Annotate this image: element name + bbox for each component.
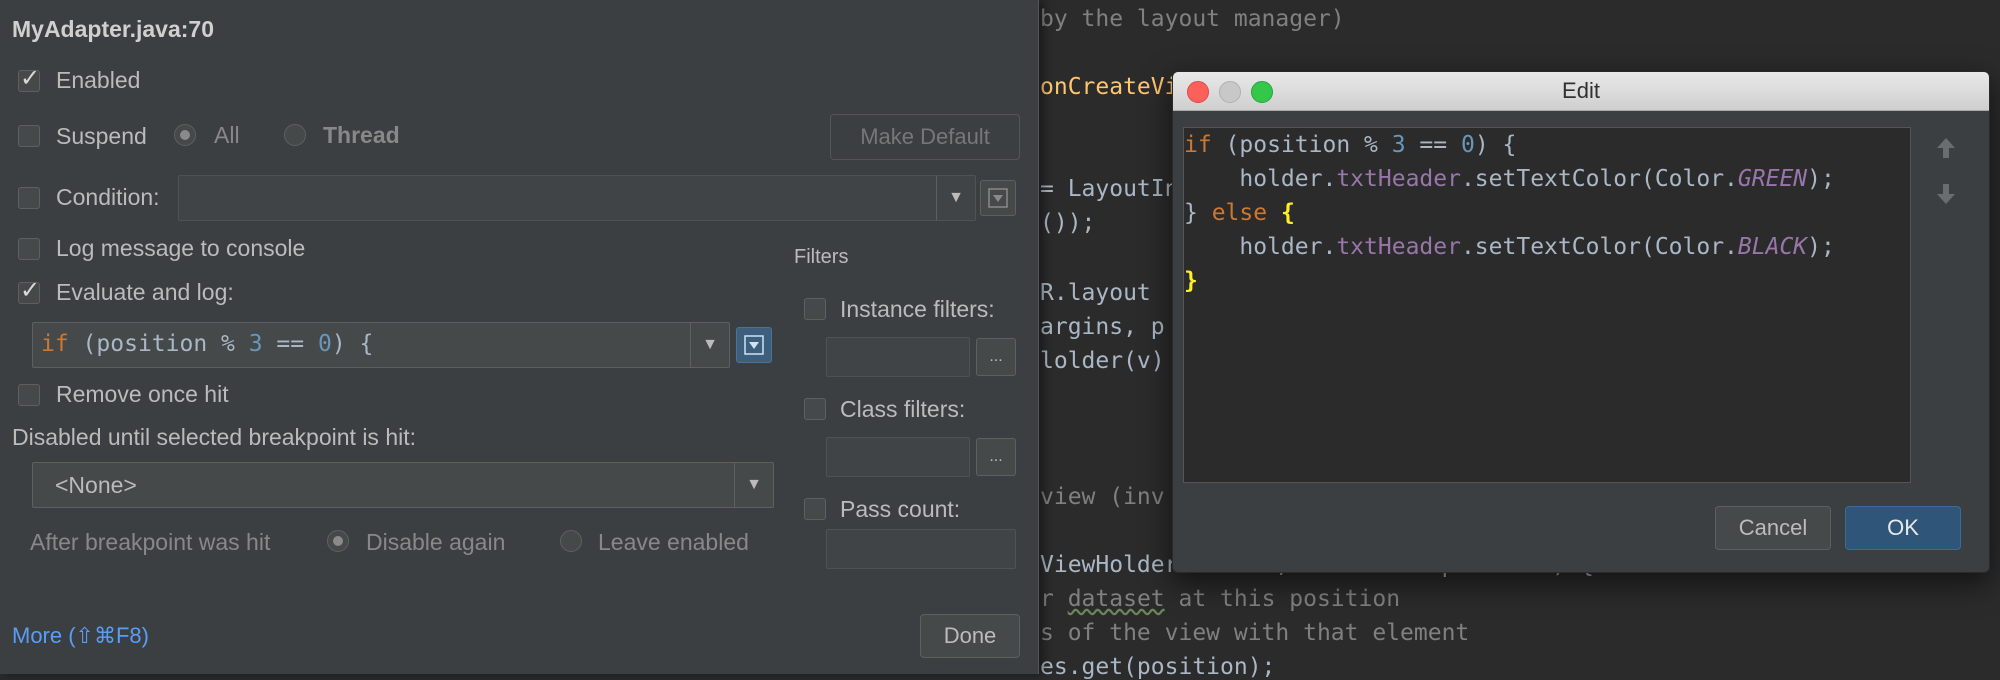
condition-label: Condition: [56,184,160,210]
code-line: es.get(position); [1040,654,1276,680]
dialog-title: Edit [1562,78,1600,103]
leave-enabled-radio[interactable] [560,530,582,552]
code-text: at this position [1164,586,1401,612]
ellipsis-icon[interactable]: ... [976,438,1016,476]
expression-editor[interactable]: if (position % 3 == 0) { holder.txtHeade… [1183,127,1911,483]
evaluate-log-label: Evaluate and log: [56,279,234,305]
code-line: onCreateVi [1040,74,1179,100]
cancel-button[interactable]: Cancel [1715,506,1831,550]
class-filters-checkbox[interactable] [804,398,826,420]
ellipsis-icon[interactable]: ... [976,338,1016,376]
expand-editor-icon[interactable] [736,327,772,363]
suspend-checkbox[interactable] [18,125,40,147]
pass-count-field[interactable] [826,529,1016,569]
suspend-all-radio[interactable] [174,124,196,146]
check-icon: ✓ [20,64,41,92]
code-line: R.layout [1040,280,1151,306]
breakpoint-title: MyAdapter.java:70 [12,16,214,42]
expression-text: if (position % 3 == 0) { [41,331,374,357]
arrow-up-icon[interactable] [1935,136,1957,166]
code-line: ()); [1040,210,1110,236]
code-line: holder.txtHeader.setTextColor(Color.BLAC… [1184,234,1835,260]
disabled-until-label: Disabled until selected breakpoint is hi… [12,424,417,450]
code-line: lolder(v) [1040,348,1165,374]
code-line: argins, p [1040,314,1165,340]
arrow-down-icon[interactable] [1935,182,1957,212]
more-link[interactable]: More (⇧⌘F8) [12,623,149,649]
code-line: s of the view with that element [1040,620,1470,646]
suspend-thread-label: Thread [323,122,400,148]
radio-dot-icon [180,130,190,140]
make-default-button[interactable]: Make Default [830,114,1020,160]
code-line: holder.txtHeader.setTextColor(Color.GREE… [1184,166,1835,192]
evaluate-log-checkbox[interactable]: ✓ [18,278,40,304]
edit-expression-dialog: Edit if (position % 3 == 0) { holder.txt… [1172,71,1990,573]
instance-filters-field[interactable] [826,337,970,377]
after-hit-label: After breakpoint was hit [30,529,271,555]
code-text: r [1040,586,1068,612]
enabled-label: Enabled [56,67,141,93]
instance-filters-label: Instance filters: [840,296,995,322]
code-line: } else { [1184,200,1295,226]
selected-option: <None> [55,472,137,498]
master-breakpoint-combo[interactable]: <None> ▼ [32,462,774,508]
suspend-all-label: All [214,122,240,148]
ok-button[interactable]: OK [1845,506,1961,550]
disable-again-label: Disable again [366,529,506,555]
code-text: dataset [1067,586,1165,612]
suspend-label: Suspend [56,123,147,149]
class-filters-field[interactable] [826,437,970,477]
expand-editor-icon[interactable] [980,180,1016,216]
breakpoint-properties-popup: MyAdapter.java:70 ✓ Enabled Suspend All … [0,0,1039,674]
filters-title: Filters [794,246,849,268]
enabled-checkbox[interactable]: ✓ [18,66,40,92]
code-line: by the layout manager) [1040,6,1345,32]
check-icon: ✓ [20,276,41,304]
remove-once-checkbox[interactable] [18,384,40,406]
code-line: = LayoutIn [1040,176,1179,202]
remove-once-label: Remove once hit [56,381,229,407]
done-button[interactable]: Done [920,614,1020,658]
code-line: if (position % 3 == 0) { [1184,132,1517,158]
class-filters-label: Class filters: [840,396,966,422]
leave-enabled-label: Leave enabled [598,529,749,555]
radio-dot-icon [333,536,343,546]
evaluate-expression-combo[interactable]: if (position % 3 == 0) { ▼ [32,322,730,368]
log-message-label: Log message to console [56,235,306,261]
code-line: } [1184,268,1198,294]
log-message-checkbox[interactable] [18,238,40,260]
pass-count-label: Pass count: [840,496,961,522]
condition-combo[interactable]: ▼ [178,175,976,221]
pass-count-checkbox[interactable] [804,498,826,520]
condition-checkbox[interactable] [18,187,40,209]
dialog-titlebar[interactable]: Edit [1173,72,1989,111]
code-line: view (inv [1040,484,1165,510]
dropdown-arrow-icon[interactable]: ▼ [936,176,975,220]
dropdown-arrow-icon[interactable]: ▼ [690,323,729,367]
code-line: r dataset at this position [1040,586,1400,612]
dropdown-arrow-icon[interactable]: ▼ [734,463,773,507]
suspend-thread-radio[interactable] [284,124,306,146]
instance-filters-checkbox[interactable] [804,298,826,320]
disable-again-radio[interactable] [327,530,349,552]
